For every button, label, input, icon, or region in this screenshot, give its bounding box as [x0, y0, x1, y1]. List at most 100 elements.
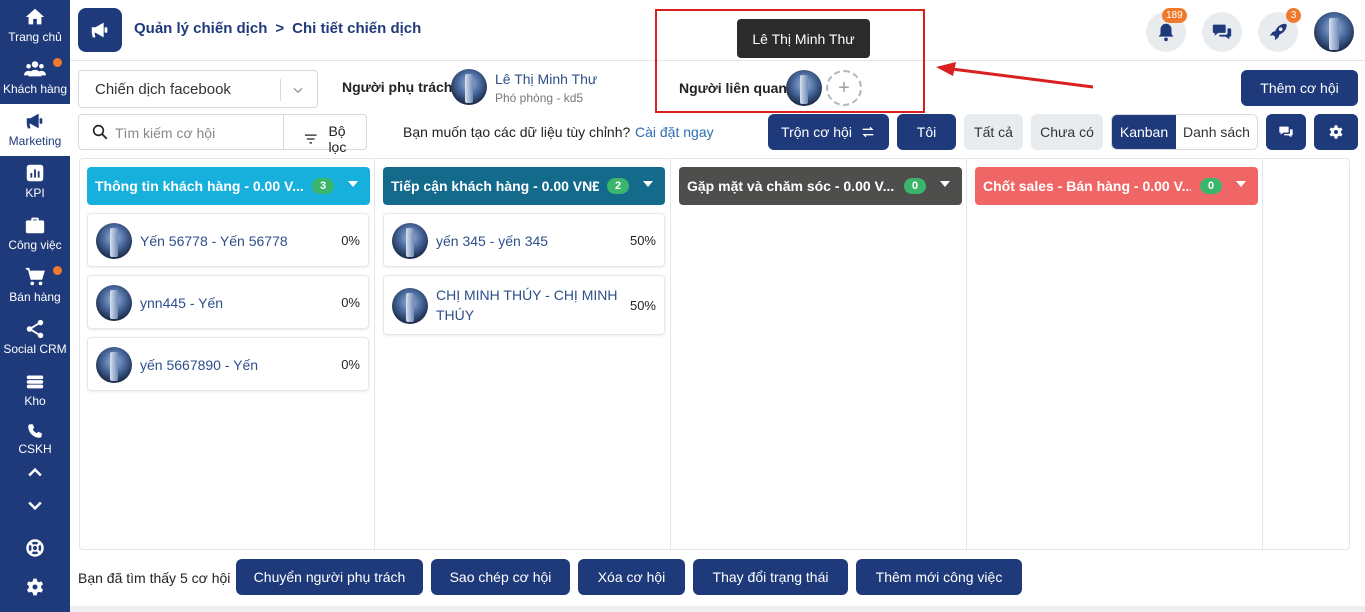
support-button[interactable]	[0, 533, 70, 563]
view-kanban-button[interactable]: Kanban	[1112, 115, 1176, 149]
sidebar-item-social-crm[interactable]: Social CRM	[0, 312, 70, 364]
delete-opportunity-button[interactable]: Xóa cơ hội	[578, 559, 685, 595]
card-name: ynn445 - Yến	[140, 295, 224, 311]
sidebar-item-label: CSKH	[18, 442, 52, 456]
sidebar-item-tasks[interactable]: Công việc	[0, 208, 70, 260]
settings-button[interactable]	[0, 572, 70, 602]
sidebar-item-warehouse[interactable]: Kho	[0, 364, 70, 416]
card-name: yến 345 - yến 345	[436, 233, 549, 249]
notifications-button[interactable]: 189	[1146, 8, 1187, 52]
scroll-up-button[interactable]	[0, 458, 70, 488]
card-progress: 50%	[629, 298, 656, 313]
delete-opportunity-label: Xóa cơ hội	[597, 569, 666, 585]
setup-now-link[interactable]: Cài đặt ngay	[635, 124, 714, 140]
opportunity-card[interactable]: Yến 56778 - Yến 56778 0%	[87, 213, 369, 267]
card-name-line2: THÚY	[436, 307, 475, 323]
merge-opportunities-button[interactable]: Trộn cơ hội	[768, 114, 889, 150]
chat-button[interactable]	[1266, 114, 1306, 150]
column-header-customer-info[interactable]: Thông tin khách hàng - 0.00 V... 3	[87, 167, 370, 205]
column-count-badge: 0	[904, 178, 926, 194]
column-title: Thông tin khách hàng - 0.00 V...	[95, 178, 303, 194]
view-kanban-label: Kanban	[1119, 124, 1169, 140]
card-progress: 50%	[629, 233, 656, 248]
card-name-line1: CHỊ MINH THÚY - CHỊ MINH	[436, 287, 618, 303]
add-opportunity-label: Thêm cơ hội	[1260, 80, 1339, 96]
caret-down-icon[interactable]	[348, 181, 358, 187]
owner-label: Người phụ trách	[342, 79, 453, 95]
results-count-text: Bạn đã tìm thấy 5 cơ hội	[78, 570, 231, 586]
caret-down-icon[interactable]	[1236, 181, 1246, 187]
add-task-label: Thêm mới công việc	[875, 569, 1003, 585]
chart-icon	[26, 164, 44, 182]
launch-button[interactable]: 3	[1258, 8, 1301, 52]
sidebar-item-sales[interactable]: Bán hàng	[0, 260, 70, 312]
card-avatar	[96, 347, 132, 383]
change-status-button[interactable]: Thay đổi trạng thái	[693, 559, 848, 595]
lifebuoy-icon	[26, 539, 44, 557]
sidebar-item-marketing[interactable]: Marketing	[0, 104, 70, 156]
view-list-button[interactable]: Danh sách	[1176, 115, 1257, 149]
transfer-owner-button[interactable]: Chuyển người phụ trách	[236, 559, 423, 595]
megaphone-icon	[91, 22, 108, 38]
filter-button[interactable]: Bộ lọc	[303, 123, 366, 155]
column-divider	[1262, 159, 1263, 549]
card-progress: 0%	[341, 357, 360, 372]
sidebar-item-home[interactable]: Trang chủ	[0, 0, 70, 52]
view-list-label: Danh sách	[1183, 124, 1250, 140]
sidebar-item-customer-care[interactable]: CSKH	[0, 416, 70, 456]
sidebar-item-customers[interactable]: Khách hàng	[0, 52, 70, 104]
column-title: Gặp mặt và chăm sóc - 0.00 V...	[687, 178, 895, 194]
briefcase-icon	[25, 217, 45, 234]
filter-all-button[interactable]: Tất cả	[964, 114, 1023, 150]
campaign-module-icon	[78, 8, 122, 52]
column-header-approach[interactable]: Tiếp cận khách hàng - 0.00 VNĐ 2	[383, 167, 665, 205]
add-task-button[interactable]: Thêm mới công việc	[856, 559, 1022, 595]
search-input[interactable]	[115, 121, 275, 145]
sidebar-item-label: Công việc	[8, 238, 62, 252]
horizontal-scrollbar[interactable]	[70, 606, 1365, 612]
scroll-down-button[interactable]	[0, 490, 70, 520]
gear-icon	[26, 578, 44, 596]
column-header-meeting[interactable]: Gặp mặt và chăm sóc - 0.00 V... 0	[679, 167, 962, 205]
sidebar-item-kpi[interactable]: KPI	[0, 156, 70, 208]
filter-none-button[interactable]: Chưa có	[1031, 114, 1103, 150]
opportunity-card[interactable]: yến 345 - yến 345 50%	[383, 213, 665, 267]
caret-down-icon[interactable]	[940, 181, 950, 187]
home-icon	[25, 8, 45, 25]
opportunity-card[interactable]: CHỊ MINH THÚY - CHỊ MINH THÚY 50%	[383, 275, 665, 335]
warehouse-icon	[26, 375, 44, 389]
card-avatar	[392, 288, 428, 324]
caret-down-icon[interactable]	[643, 181, 653, 187]
user-avatar[interactable]	[1314, 12, 1354, 52]
gear-icon	[1329, 125, 1343, 139]
breadcrumb-parent-link[interactable]: Quản lý chiến dịch	[134, 20, 267, 37]
filter-all-label: Tất cả	[974, 124, 1013, 140]
add-opportunity-button[interactable]: Thêm cơ hội	[1241, 70, 1358, 106]
chat-icon	[1279, 126, 1293, 138]
owner-avatar[interactable]	[451, 69, 487, 105]
campaign-select[interactable]: Chiến dịch facebook	[78, 70, 318, 108]
owner-role: Phó phòng - kd5	[495, 91, 584, 105]
highlight-box	[655, 9, 925, 113]
messages-button[interactable]	[1202, 12, 1242, 52]
board-settings-button[interactable]	[1314, 114, 1358, 150]
sidebar-item-label: Marketing	[8, 134, 62, 148]
copy-opportunity-button[interactable]: Sao chép cơ hội	[431, 559, 570, 595]
opportunity-card[interactable]: yến 5667890 - Yến 0%	[87, 337, 369, 391]
owner-name[interactable]: Lê Thị Minh Thư	[495, 71, 597, 87]
breadcrumb-current: Chi tiết chiến dịch	[292, 20, 422, 37]
column-header-closing[interactable]: Chốt sales - Bán hàng - 0.00 V... 0	[975, 167, 1258, 205]
filter-icon	[304, 134, 317, 144]
phone-icon	[28, 424, 42, 438]
column-title: Chốt sales - Bán hàng - 0.00 V...	[983, 178, 1191, 194]
opportunity-card[interactable]: ynn445 - Yến 0%	[87, 275, 369, 329]
users-icon	[24, 61, 46, 77]
highlight-arrow	[936, 62, 1094, 89]
search-bar: Bộ lọc	[78, 114, 367, 155]
sidebar-item-label: Kho	[24, 394, 46, 408]
search-icon	[92, 124, 108, 140]
filter-mine-button[interactable]: Tôi	[897, 114, 956, 150]
breadcrumb: Quản lý chiến dịch > Chi tiết chiến dịch	[134, 20, 421, 37]
cart-icon	[25, 267, 45, 286]
chevron-up-icon	[28, 467, 42, 477]
